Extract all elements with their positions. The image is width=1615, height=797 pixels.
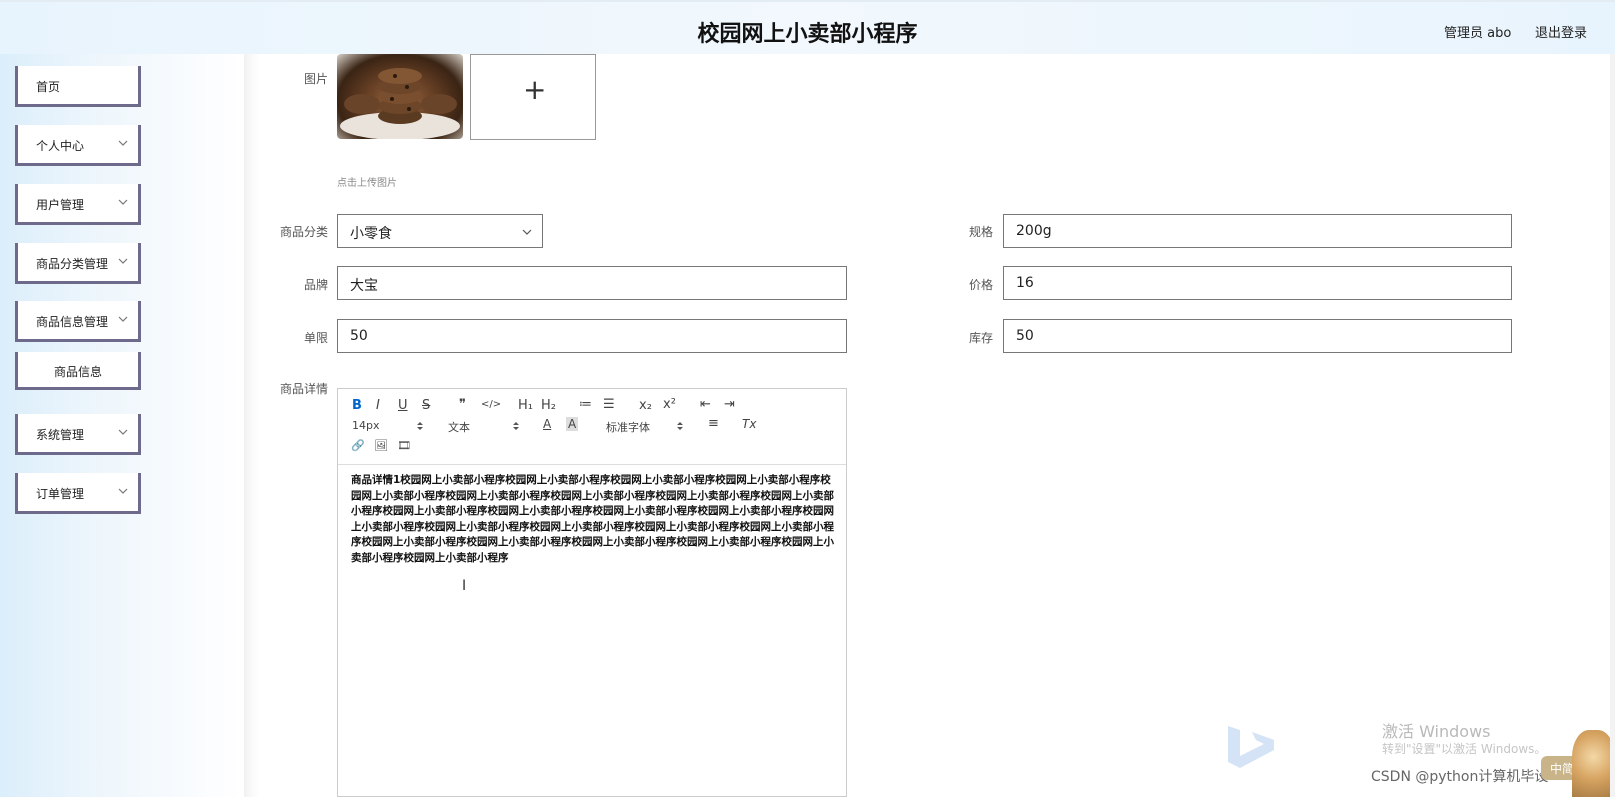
code-button[interactable]: </> (481, 399, 501, 410)
subscript-button[interactable]: x₂ (639, 398, 652, 413)
cookie-image (340, 68, 460, 139)
video-button[interactable]: 🎞 (397, 439, 411, 452)
dog-avatar-icon (1572, 730, 1615, 797)
background-color-button[interactable]: A (566, 417, 579, 431)
chevron-down-icon (118, 429, 128, 435)
image-button[interactable]: 🖼 (374, 439, 388, 452)
rich-text-editor[interactable]: B I U S ❞ </> H₁ H₂ ≔ ☰ x₂ x² ⇤ ⇥ 14px 文… (337, 388, 847, 797)
sidebar-item-label: 商品信息 (53, 365, 102, 379)
stock-label: 库存 (968, 331, 993, 345)
text-cursor-icon: I (462, 578, 467, 594)
bing-logo-icon (1228, 726, 1274, 768)
sidebar-item-label: 首页 (36, 80, 61, 94)
sidebar-item-label: 商品信息管理 (36, 315, 109, 329)
sidebar-item-category-management[interactable]: 商品分类管理 (15, 243, 141, 284)
font-family-select[interactable]: 标准字体 (606, 419, 650, 435)
stock-input[interactable]: 50 (1003, 319, 1512, 353)
clear-format-button[interactable]: Tx (742, 417, 756, 431)
sidebar-item-label: 用户管理 (36, 198, 85, 212)
italic-button[interactable]: I (376, 398, 380, 413)
font-color-button[interactable]: A (543, 417, 551, 431)
csdn-watermark: CSDN @python计算机毕设 (1371, 769, 1549, 785)
brand-input[interactable]: 大宝 (337, 266, 847, 300)
detail-label: 商品详情 (279, 382, 328, 396)
sidebar-item-users[interactable]: 用户管理 (15, 184, 141, 225)
editor-toolbar: B I U S ❞ </> H₁ H₂ ≔ ☰ x₂ x² ⇤ ⇥ 14px 文… (338, 389, 846, 465)
limit-input[interactable]: 50 (337, 319, 847, 353)
chevron-down-icon (118, 140, 128, 146)
limit-label: 单限 (303, 331, 328, 345)
sidebar-item-profile[interactable]: 个人中心 (15, 125, 141, 166)
indent-button[interactable]: ⇥ (724, 397, 735, 412)
select-arrows-icon (677, 422, 683, 430)
category-select[interactable]: 小零食 (337, 214, 543, 248)
select-arrows-icon (417, 422, 423, 430)
select-arrows-icon (513, 422, 519, 430)
windows-activation-watermark: 激活 Windows (1382, 722, 1491, 741)
sidebar-subitem-product-info[interactable]: 商品信息 (15, 352, 141, 390)
price-input[interactable]: 16 (1003, 266, 1512, 300)
bullet-list-button[interactable]: ☰ (603, 397, 615, 412)
sidebar-item-product-management[interactable]: 商品信息管理 (15, 301, 141, 342)
h2-button[interactable]: H₂ (541, 398, 556, 413)
product-image-thumbnail[interactable] (337, 54, 463, 139)
sidebar-item-label: 订单管理 (36, 487, 85, 501)
blockquote-button[interactable]: ❞ (459, 397, 466, 412)
h1-button[interactable]: H₁ (518, 398, 533, 413)
sidebar-item-label: 系统管理 (36, 428, 85, 442)
image-label: 图片 (303, 72, 328, 86)
editor-content[interactable]: 商品详情1校园网上小卖部小程序校园网上小卖部小程序校园网上小卖部小程序校园网上小… (351, 473, 835, 566)
sidebar-item-system[interactable]: 系统管理 (15, 414, 141, 455)
superscript-button[interactable]: x² (663, 397, 676, 412)
plus-icon: + (523, 73, 547, 106)
chevron-down-icon (118, 488, 128, 494)
logout-link[interactable]: 退出登录 (1535, 22, 1587, 41)
image-upload-button[interactable]: + (470, 54, 596, 140)
scrollbar[interactable] (1610, 54, 1615, 797)
sidebar-item-label: 商品分类管理 (36, 257, 109, 271)
top-header: 校园网上小卖部小程序 管理员 abo 退出登录 (0, 0, 1615, 54)
align-button[interactable]: ≡ (708, 416, 719, 431)
current-user-label: 管理员 abo (1444, 26, 1512, 41)
ordered-list-button[interactable]: ≔ (579, 397, 592, 412)
sidebar-shadow (244, 54, 260, 797)
sidebar-item-orders[interactable]: 订单管理 (15, 473, 141, 514)
outdent-button[interactable]: ⇤ (700, 397, 711, 412)
chevron-down-icon (118, 258, 128, 264)
bold-button[interactable]: B (352, 398, 362, 413)
windows-activation-subtext: 转到"设置"以激活 Windows。 (1382, 742, 1547, 756)
link-button[interactable]: 🔗 (351, 439, 365, 452)
font-size-select[interactable]: 14px (352, 419, 380, 432)
spec-label: 规格 (968, 225, 993, 239)
app-title: 校园网上小卖部小程序 (697, 22, 918, 47)
chevron-down-icon (118, 316, 128, 322)
underline-button[interactable]: U (398, 398, 408, 413)
sidebar-item-label: 个人中心 (36, 139, 85, 153)
strike-button[interactable]: S (422, 398, 430, 413)
price-label: 价格 (968, 278, 993, 292)
upload-hint: 点击上传图片 (337, 178, 397, 189)
text-type-select[interactable]: 文本 (448, 419, 470, 435)
chevron-down-icon (522, 229, 532, 235)
category-label: 商品分类 (279, 225, 328, 239)
sidebar-item-home[interactable]: 首页 (15, 66, 141, 107)
chevron-down-icon (118, 199, 128, 205)
brand-label: 品牌 (303, 278, 328, 292)
category-select-value: 小零食 (350, 226, 392, 242)
spec-input[interactable]: 200g (1003, 214, 1512, 248)
